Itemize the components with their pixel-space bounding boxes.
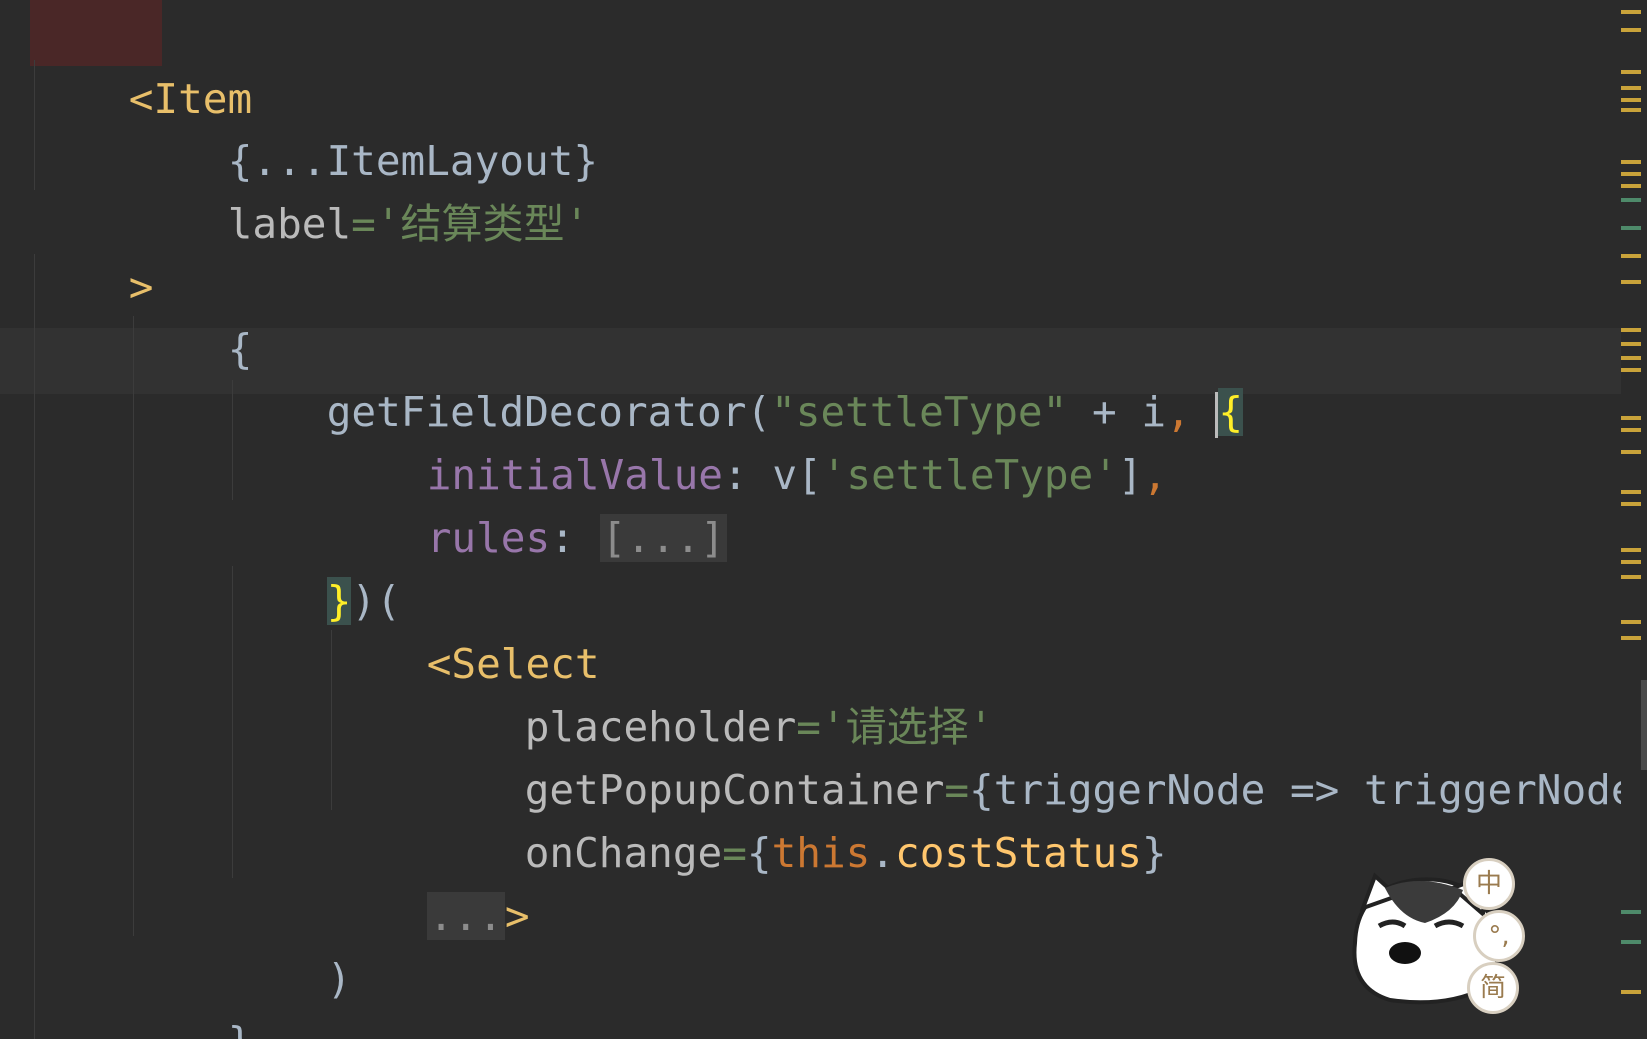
attr-equals: = — [351, 200, 376, 248]
comma: , — [1142, 451, 1168, 499]
code-line[interactable]: ...> — [328, 817, 530, 940]
code-line[interactable]: { — [129, 250, 253, 373]
open-brace: { — [746, 829, 772, 877]
code-line[interactable]: {...ItemLayout} — [129, 62, 598, 185]
code-line[interactable]: rules: [...] — [328, 439, 727, 562]
warning-marker[interactable] — [1621, 490, 1641, 494]
warning-marker[interactable] — [1621, 450, 1641, 454]
attr-name: onChange — [524, 829, 723, 877]
warning-marker[interactable] — [1621, 98, 1641, 102]
code-line[interactable]: label='结算类型' — [129, 125, 589, 248]
string-literal: 'settleType' — [821, 451, 1118, 499]
code-line[interactable]: <Item — [30, 0, 252, 123]
attr-equals: = — [722, 829, 747, 877]
comma: , — [1166, 388, 1216, 436]
code-editor[interactable]: <Item {...ItemLayout} label='结算类型' > { g… — [0, 0, 1647, 1039]
warning-marker[interactable] — [1621, 560, 1641, 564]
warning-marker[interactable] — [1621, 502, 1641, 506]
code-line[interactable]: initialValue: v['settleType'], — [328, 376, 1168, 499]
bracket-close: ] — [1117, 451, 1143, 499]
warning-marker[interactable] — [1621, 86, 1641, 90]
code-line[interactable]: })( — [228, 502, 401, 625]
warning-marker[interactable] — [1621, 575, 1641, 579]
ime-mode-button[interactable]: 中 — [1463, 858, 1515, 910]
warning-marker[interactable] — [1621, 70, 1641, 74]
warning-marker[interactable] — [1621, 10, 1641, 14]
attr-name: label — [227, 200, 352, 248]
this-keyword: this — [771, 829, 871, 877]
ime-script-button[interactable]: 简 — [1467, 962, 1519, 1014]
warning-marker[interactable] — [1621, 428, 1641, 432]
colon: : — [550, 514, 600, 562]
close-brace: } — [1141, 829, 1167, 877]
expression: v[ — [772, 451, 822, 499]
attr-value: '结算类型' — [375, 200, 590, 248]
warning-marker[interactable] — [1621, 548, 1641, 552]
jsx-tag-close: > — [504, 892, 530, 940]
warning-marker[interactable] — [1621, 108, 1641, 112]
folded-region[interactable]: [...] — [599, 514, 727, 562]
code-line[interactable]: > — [30, 188, 154, 311]
change-marker[interactable] — [1621, 910, 1641, 914]
object-key: rules — [426, 514, 551, 562]
folded-region[interactable]: ... — [426, 892, 505, 940]
warning-marker[interactable] — [1621, 356, 1641, 360]
warning-marker[interactable] — [1621, 368, 1641, 372]
warning-marker[interactable] — [1621, 184, 1641, 188]
dot: . — [870, 829, 896, 877]
code-line[interactable]: ) — [228, 880, 352, 1003]
code-line[interactable]: <Select — [328, 565, 600, 688]
change-marker[interactable] — [1621, 226, 1641, 230]
warning-marker[interactable] — [1621, 280, 1641, 284]
member-name: costStatus — [895, 829, 1142, 877]
scroll-thumb[interactable] — [1641, 680, 1647, 770]
colon: : — [722, 451, 773, 499]
warning-marker[interactable] — [1621, 28, 1641, 32]
ime-punctuation-button[interactable]: °, — [1473, 910, 1525, 962]
ime-toolbar[interactable]: 中 °, 简 — [1345, 858, 1605, 1028]
change-marker[interactable] — [1621, 940, 1641, 944]
matched-brace: { — [1218, 388, 1244, 436]
warning-marker[interactable] — [1621, 416, 1641, 420]
code-line[interactable]: } — [129, 943, 253, 1039]
error-stripe-scrollbar[interactable] — [1621, 0, 1647, 1039]
code-line[interactable]: getPopupContainer={triggerNode => trigge… — [426, 691, 1647, 814]
warning-marker[interactable] — [1621, 254, 1641, 258]
change-marker[interactable] — [1621, 198, 1641, 202]
warning-marker[interactable] — [1621, 342, 1641, 346]
warning-marker[interactable] — [1621, 636, 1641, 640]
close-brace: } — [228, 1018, 253, 1039]
code-line[interactable]: placeholder='请选择' — [426, 628, 994, 751]
warning-marker[interactable] — [1621, 160, 1641, 164]
warning-marker[interactable] — [1621, 620, 1641, 624]
warning-marker[interactable] — [1621, 328, 1641, 332]
warning-marker[interactable] — [1621, 172, 1641, 176]
code-line[interactable]: onChange={this.costStatus} — [426, 754, 1167, 877]
warning-marker[interactable] — [1621, 990, 1641, 994]
code-line-current[interactable]: getFieldDecorator("settleType" + i, { — [228, 313, 1244, 438]
close-paren: ) — [326, 955, 352, 1003]
